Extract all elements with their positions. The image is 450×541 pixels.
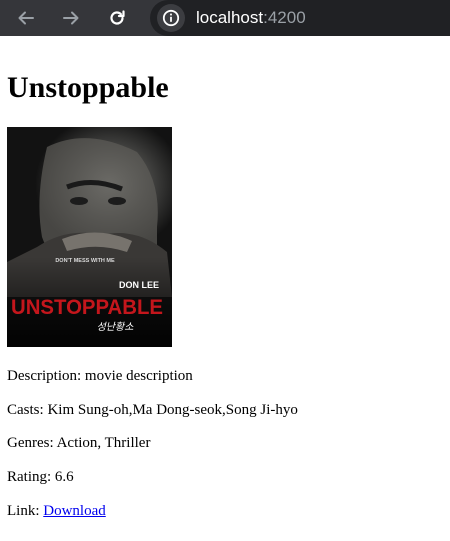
reload-button[interactable] xyxy=(104,5,130,31)
url-text[interactable]: localhost:4200 xyxy=(196,8,306,28)
description-value: movie description xyxy=(84,368,193,384)
info-icon xyxy=(162,9,180,27)
rating-row: Rating: 6.6 xyxy=(7,468,74,486)
rating-label: Rating: xyxy=(7,469,55,485)
url-port: :4200 xyxy=(263,8,306,27)
back-button[interactable] xyxy=(13,5,39,31)
casts-row: Casts: Kim Sung-oh,Ma Dong-seok,Song Ji-… xyxy=(7,401,298,419)
link-row: Link: Download xyxy=(7,502,106,520)
poster-title: UNSTOPPABLE xyxy=(11,296,163,319)
reload-icon xyxy=(110,10,125,25)
movie-poster: DON'T MESS WITH ME DON LEE UNSTOPPABLE 성… xyxy=(7,127,172,347)
description-row: Description: movie description xyxy=(7,367,193,385)
poster-art: DON'T MESS WITH ME DON LEE UNSTOPPABLE 성… xyxy=(7,127,172,347)
forward-arrow-icon xyxy=(63,11,79,25)
poster-actor-name: DON LEE xyxy=(119,280,159,290)
forward-button[interactable] xyxy=(58,5,84,31)
poster-tagline: DON'T MESS WITH ME xyxy=(55,258,115,264)
description-label: Description: xyxy=(7,368,85,384)
download-link[interactable]: Download xyxy=(43,503,106,519)
genres-label: Genres: xyxy=(7,435,57,451)
casts-value: Kim Sung-oh,Ma Dong-seok,Song Ji-hyo xyxy=(47,402,298,418)
genres-row: Genres: Action, Thriller xyxy=(7,434,150,452)
page-title: Unstoppable xyxy=(7,71,169,104)
back-arrow-icon xyxy=(18,11,34,25)
poster-korean-title: 성난황소 xyxy=(97,321,135,333)
browser-toolbar: localhost:4200 xyxy=(0,0,450,36)
link-label: Link: xyxy=(7,503,44,519)
casts-label: Casts: xyxy=(7,402,48,418)
site-info-button[interactable] xyxy=(157,4,185,32)
rating-value: 6.6 xyxy=(54,469,74,485)
url-host: localhost xyxy=(196,8,264,27)
genres-value: Action, Thriller xyxy=(56,435,151,451)
